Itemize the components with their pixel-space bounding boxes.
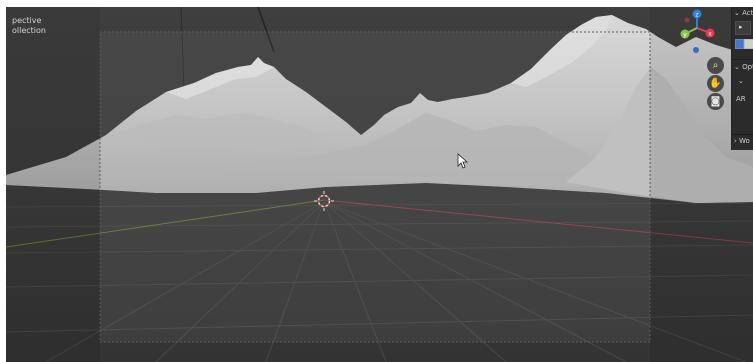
camera-icon: ◙ xyxy=(710,96,721,107)
3d-viewport[interactable]: z x y pective ollection ⌕ ✋ ◙ ⌄ Act ▸ ⌄ … xyxy=(0,0,753,362)
viewport-scene[interactable]: z x y pective ollection ⌕ ✋ ◙ xyxy=(6,7,753,362)
chevron-down-icon: ⌄ xyxy=(734,63,740,71)
collection-label: ollection xyxy=(12,26,46,35)
zoom-button[interactable]: ⌕ xyxy=(707,57,724,74)
camera-view-button[interactable]: ◙ xyxy=(707,93,724,110)
viewport-canvas[interactable]: z x y xyxy=(6,7,753,362)
section-active-header[interactable]: ⌄ Act xyxy=(734,9,753,17)
grid-tool-button[interactable] xyxy=(735,39,744,49)
chevron-right-icon: › xyxy=(734,137,737,145)
panel-divider xyxy=(732,59,753,60)
section-active-label: Act xyxy=(742,9,753,17)
panel-divider xyxy=(732,134,753,135)
pan-button[interactable]: ✋ xyxy=(707,75,724,92)
gizmo-neg-z-handle[interactable] xyxy=(693,47,699,53)
camera-frame xyxy=(99,31,651,343)
sidebar-panel[interactable]: ⌄ Act ▸ ⌄ Opt ⌄ AR › Wo xyxy=(731,7,753,150)
active-tool-button[interactable]: ▸ xyxy=(735,21,751,35)
hand-icon: ✋ xyxy=(709,78,722,89)
section-options-header[interactable]: ⌄ Opt xyxy=(734,63,753,71)
play-icon: ▸ xyxy=(739,23,743,31)
option-label: AR xyxy=(736,95,746,103)
gizmo-x-label: x xyxy=(708,31,712,38)
section-options-label: Opt xyxy=(742,63,753,71)
view-mode-label: pective xyxy=(12,16,42,25)
gizmo-z-label: z xyxy=(695,12,698,19)
object-tool-button[interactable] xyxy=(744,39,753,49)
passepartout-left xyxy=(6,7,100,362)
gizmo-y-label: y xyxy=(683,32,687,39)
gizmo-neg-x-handle[interactable] xyxy=(684,17,690,23)
section-workspace-header[interactable]: › Wo xyxy=(734,137,750,145)
section-workspace-label: Wo xyxy=(739,137,750,145)
subsection-chevron[interactable]: ⌄ xyxy=(738,77,744,85)
magnifier-icon: ⌕ xyxy=(712,60,719,71)
chevron-down-icon: ⌄ xyxy=(734,9,740,17)
